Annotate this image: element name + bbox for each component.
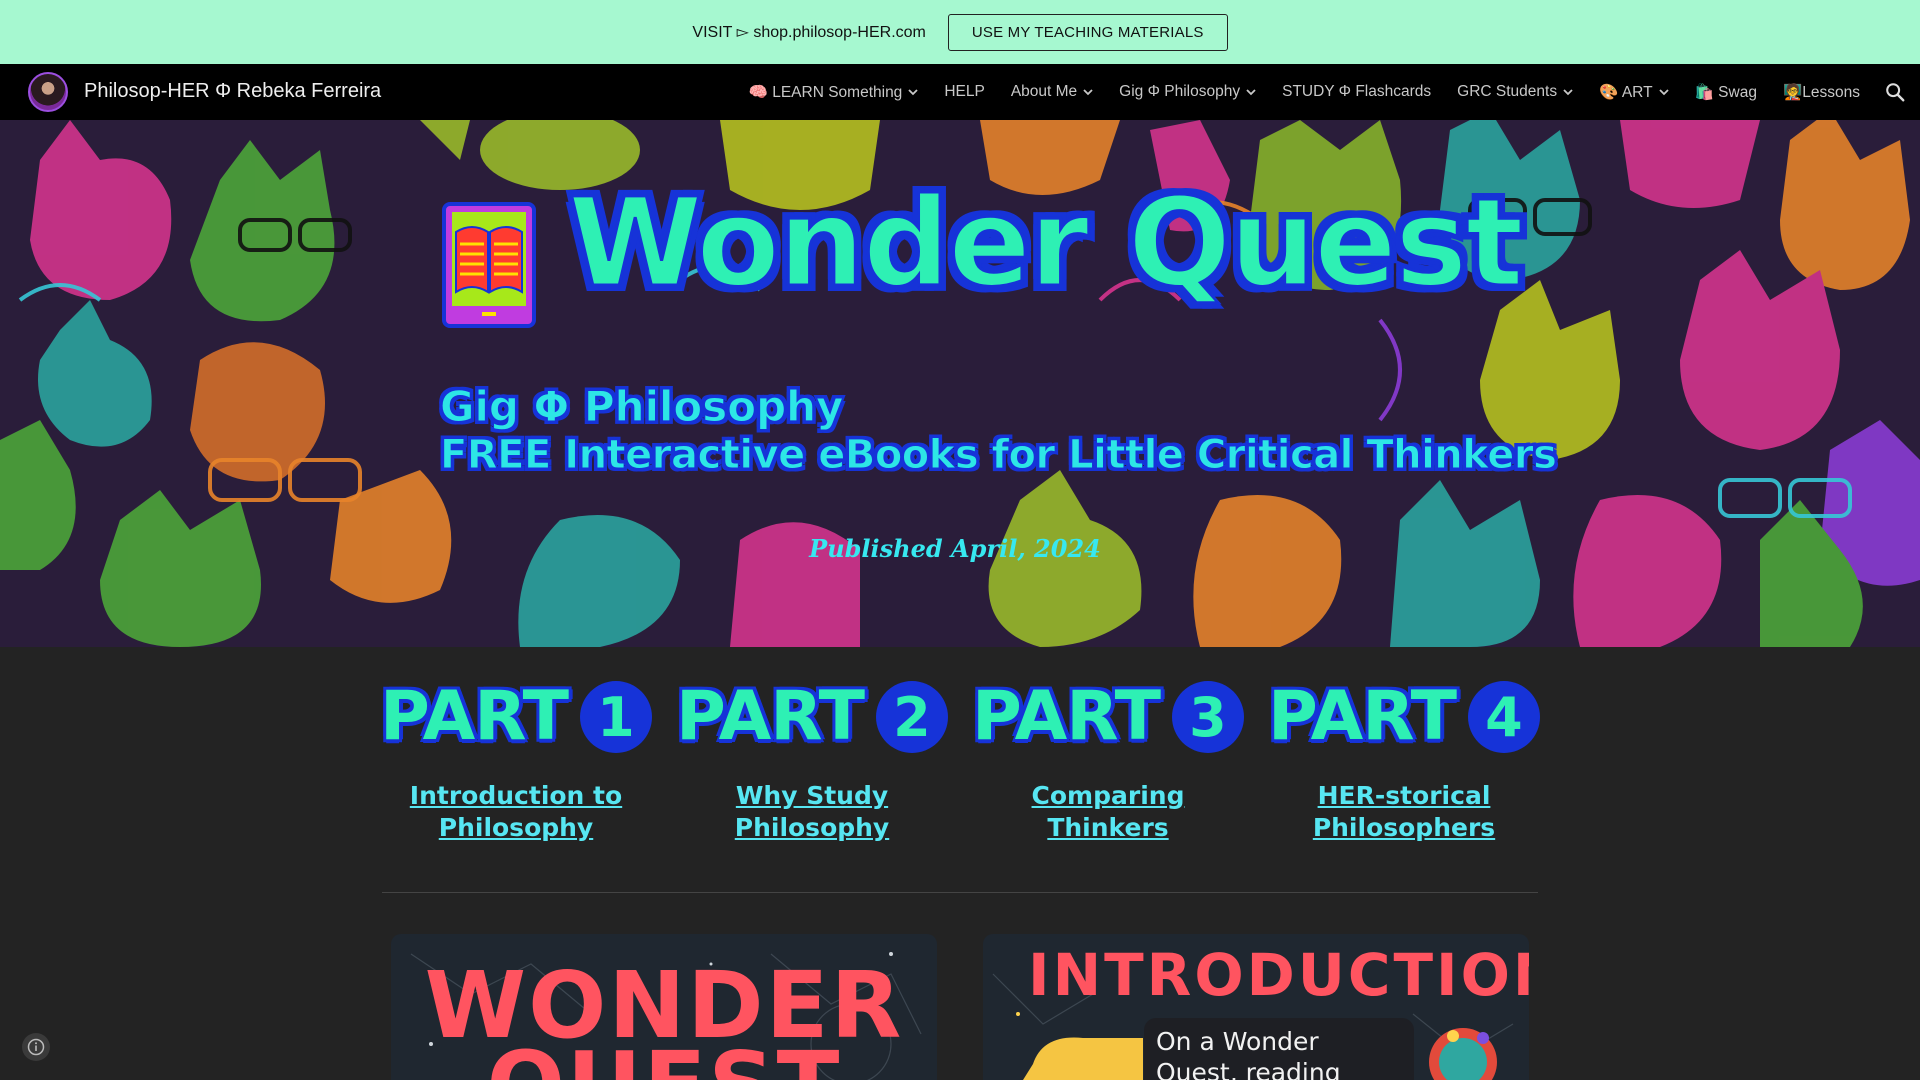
hero-subtitle-line1: Gig Φ Philosophy [439,382,844,432]
part-badge: PART 4 [1268,678,1540,756]
introduction-card[interactable]: INTRODUCTION On a Wonder Quest, reading … [983,934,1529,1080]
nav-item-grc-students[interactable]: GRC Students [1457,83,1573,101]
chevron-down-icon[interactable] [1563,87,1573,97]
hero-banner: Wonder Quest Gig Φ Philosophy FREE Inter… [0,120,1920,647]
part-4: PART 4 HER-storical Philosophers [1268,678,1540,844]
part-number: 4 [1467,681,1540,753]
part-label: PART [1268,677,1457,756]
hero-title: Wonder Quest [567,172,1526,314]
chevron-down-icon[interactable] [1083,87,1093,97]
announcement-bar: VISIT ▻ shop.philosop-HER.com USE MY TEA… [0,0,1920,64]
parts-row: PART 1 Introduction to Philosophy PART 2… [380,678,1540,844]
part-number: 2 [875,681,948,753]
nav-item-label: 🧑‍🏫Lessons [1782,83,1860,101]
part-badge: PART 1 [380,678,652,756]
nav-item-gig-philosophy[interactable]: Gig Φ Philosophy [1119,83,1256,101]
nav-item-label: GRC Students [1457,83,1558,100]
teaching-materials-button[interactable]: USE MY TEACHING MATERIALS [947,13,1228,51]
hero-subtitle: Gig Φ Philosophy FREE Interactive eBooks… [439,382,1557,479]
nav-item-lessons[interactable]: 🧑‍🏫Lessons [1783,83,1860,102]
part-label: PART [676,677,865,756]
part-3: PART 3 Comparing Thinkers [972,678,1244,844]
nav-item-label: Gig Φ Philosophy [1119,83,1241,100]
nav-item-label: About Me [1010,83,1078,100]
info-icon [27,1038,45,1056]
avatar[interactable] [28,72,68,112]
chevron-down-icon[interactable] [908,87,918,97]
part-badge: PART 2 [676,678,948,756]
wonder-quest-cover-card[interactable]: WONDER QUEST [391,934,937,1080]
part-number: 1 [579,681,652,753]
part-link-herstorical[interactable]: HER-storical Philosophers [1274,780,1534,844]
chevron-down-icon[interactable] [1658,87,1669,97]
nav-item-label: 🧠 LEARN Something [748,83,903,101]
nav-item-swag[interactable]: 🛍️ Swag [1695,83,1757,102]
nav-item-label: 🎨 ART [1599,83,1653,101]
site-title[interactable]: Philosop-HER Φ Rebeka Ferreira [84,80,381,103]
site-header: Philosop-HER Φ Rebeka Ferreira 🧠 LEARN S… [0,64,1920,120]
section-divider [382,892,1538,893]
hero-subtitle-line2: FREE Interactive eBooks for Little Criti… [439,431,1557,478]
cover-title-line2: QUEST [391,1040,937,1080]
speech-bubble: On a Wonder Quest, reading becomes an [1144,1018,1414,1080]
part-number: 3 [1171,681,1244,753]
introduction-heading: INTRODUCTION [1028,941,1529,1009]
nav-item-study-flashcards[interactable]: STUDY Φ Flashcards [1282,83,1431,101]
nav-item-label: HELP [944,83,985,100]
part-link-why-study[interactable]: Why Study Philosophy [682,780,942,844]
nav-menu: 🧠 LEARN Something HELP About Me Gig Φ Ph… [749,64,1860,120]
nav-item-label: 🛍️ Swag [1694,83,1757,101]
site-info-button[interactable] [22,1033,50,1061]
part-1: PART 1 Introduction to Philosophy [380,678,652,844]
nav-item-learn-something[interactable]: 🧠 LEARN Something [749,83,919,102]
nav-item-label: STUDY Φ Flashcards [1282,83,1432,100]
nav-item-art[interactable]: 🎨 ART [1599,83,1669,102]
announcement-text: VISIT ▻ shop.philosop-HER.com [692,24,926,41]
search-icon[interactable] [1884,81,1906,103]
part-label: PART [972,677,1161,756]
part-label: PART [380,677,569,756]
book-tablet-icon [442,202,536,328]
chevron-down-icon[interactable] [1246,87,1256,97]
published-date: Published April, 2024 [809,534,1101,563]
part-link-comparing-thinkers[interactable]: Comparing Thinkers [978,780,1238,844]
part-badge: PART 3 [972,678,1244,756]
nav-item-about-me[interactable]: About Me [1011,83,1093,101]
nav-item-help[interactable]: HELP [944,83,985,101]
part-link-introduction[interactable]: Introduction to Philosophy [386,780,646,844]
part-2: PART 2 Why Study Philosophy [676,678,948,844]
